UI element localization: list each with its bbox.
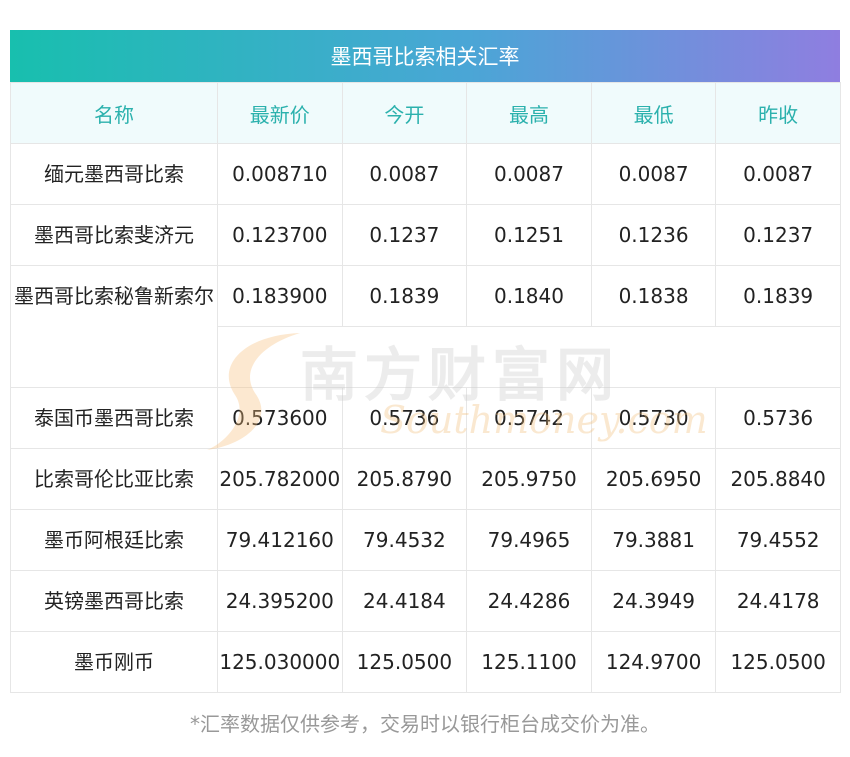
prev-close-price: 0.1839 bbox=[715, 265, 841, 327]
currency-pair-name: 比索哥伦比亚比索 bbox=[10, 448, 218, 510]
table-row: 墨西哥比索斐济元 0.123700 0.1237 0.1251 0.1236 0… bbox=[10, 204, 841, 266]
high-price: 125.1100 bbox=[466, 631, 592, 693]
table-header-row: 名称 最新价 今开 最高 最低 昨收 bbox=[10, 82, 841, 144]
watermark-text-en: Southmoney.com bbox=[380, 398, 708, 442]
column-header-prev-close: 昨收 bbox=[715, 82, 841, 144]
low-price: 79.3881 bbox=[590, 509, 717, 571]
high-price: 0.1251 bbox=[466, 204, 592, 266]
column-header-low: 最低 bbox=[590, 82, 717, 144]
low-price: 124.9700 bbox=[590, 631, 717, 693]
latest-price: 79.412160 bbox=[217, 509, 343, 571]
prev-close-price: 24.4178 bbox=[715, 570, 841, 632]
high-price: 205.9750 bbox=[466, 448, 592, 510]
open-price: 125.0500 bbox=[341, 631, 468, 693]
high-price: 24.4286 bbox=[466, 570, 592, 632]
latest-price: 125.030000 bbox=[217, 631, 343, 693]
open-price: 0.1839 bbox=[341, 265, 468, 327]
low-price: 0.0087 bbox=[590, 143, 717, 205]
currency-pair-name: 英镑墨西哥比索 bbox=[10, 570, 218, 632]
table-row: 缅元墨西哥比索 0.008710 0.0087 0.0087 0.0087 0.… bbox=[10, 143, 841, 205]
latest-price: 205.782000 bbox=[217, 448, 343, 510]
table-row: 墨币阿根廷比索 79.412160 79.4532 79.4965 79.388… bbox=[10, 509, 841, 571]
low-price: 24.3949 bbox=[590, 570, 717, 632]
open-price: 0.1237 bbox=[341, 204, 468, 266]
currency-pair-name: 墨西哥比索斐济元 bbox=[10, 204, 218, 266]
prev-close-price: 0.1237 bbox=[715, 204, 841, 266]
open-price: 79.4532 bbox=[341, 509, 468, 571]
high-price: 79.4965 bbox=[466, 509, 592, 571]
latest-price: 24.395200 bbox=[217, 570, 343, 632]
high-price: 0.1840 bbox=[466, 265, 592, 327]
open-price: 205.8790 bbox=[341, 448, 468, 510]
prev-close-price: 125.0500 bbox=[715, 631, 841, 693]
currency-pair-name: 墨币刚币 bbox=[10, 631, 218, 693]
currency-pair-name: 墨西哥比索秘鲁新索尔 bbox=[10, 265, 218, 388]
currency-pair-name: 泰国币墨西哥比索 bbox=[10, 387, 218, 449]
disclaimer-footnote: *汇率数据仅供参考，交易时以银行柜台成交价为准。 bbox=[190, 712, 660, 736]
low-price: 0.1838 bbox=[590, 265, 717, 327]
open-price: 24.4184 bbox=[341, 570, 468, 632]
table-row: 比索哥伦比亚比索 205.782000 205.8790 205.9750 20… bbox=[10, 448, 841, 510]
latest-price: 0.123700 bbox=[217, 204, 343, 266]
low-price: 0.1236 bbox=[590, 204, 717, 266]
prev-close-price: 0.0087 bbox=[715, 143, 841, 205]
table-row: 英镑墨西哥比索 24.395200 24.4184 24.4286 24.394… bbox=[10, 570, 841, 632]
table-title: 墨西哥比索相关汇率 bbox=[10, 30, 840, 82]
currency-pair-name: 墨币阿根廷比索 bbox=[10, 509, 218, 571]
table-row: 墨西哥比索秘鲁新索尔 0.183900 0.1839 0.1840 0.1838… bbox=[10, 265, 841, 388]
latest-price: 0.008710 bbox=[217, 143, 343, 205]
latest-price: 0.183900 bbox=[217, 265, 343, 327]
prev-close-price: 0.5736 bbox=[715, 387, 841, 449]
column-header-open: 今开 bbox=[341, 82, 468, 144]
high-price: 0.0087 bbox=[466, 143, 592, 205]
column-header-high: 最高 bbox=[466, 82, 592, 144]
column-header-name: 名称 bbox=[10, 82, 218, 144]
table-row: 墨币刚币 125.030000 125.0500 125.1100 124.97… bbox=[10, 631, 841, 693]
column-header-latest: 最新价 bbox=[217, 82, 343, 144]
prev-close-price: 79.4552 bbox=[715, 509, 841, 571]
prev-close-price: 205.8840 bbox=[715, 448, 841, 510]
open-price: 0.0087 bbox=[341, 143, 468, 205]
low-price: 205.6950 bbox=[590, 448, 717, 510]
watermark-logo-icon bbox=[207, 333, 300, 450]
currency-pair-name: 缅元墨西哥比索 bbox=[10, 143, 218, 205]
